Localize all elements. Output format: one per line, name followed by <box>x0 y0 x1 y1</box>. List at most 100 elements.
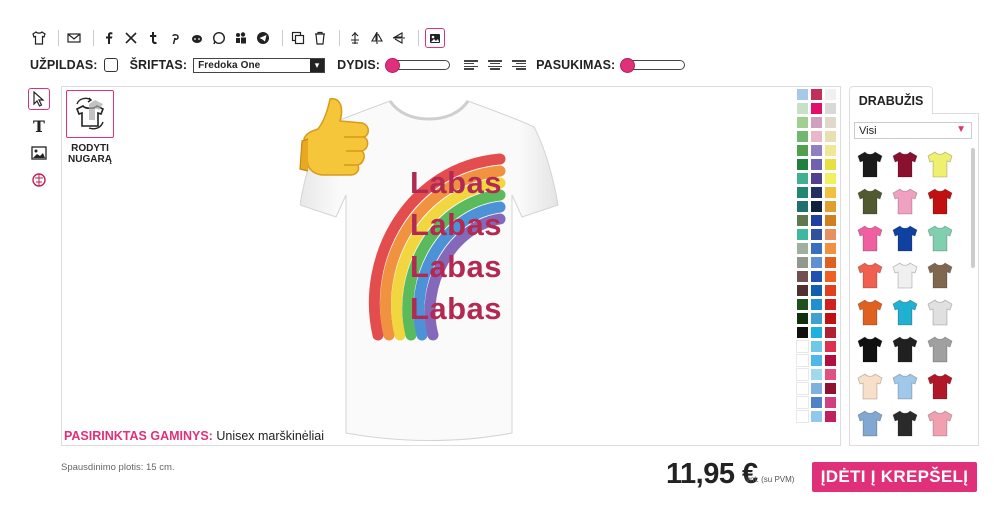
color-swatch[interactable] <box>797 201 808 212</box>
color-swatch[interactable] <box>825 369 836 380</box>
color-swatch[interactable] <box>825 411 836 422</box>
color-swatch[interactable] <box>811 355 822 366</box>
color-swatch[interactable] <box>797 285 808 296</box>
color-swatch[interactable] <box>811 159 822 170</box>
color-swatch[interactable] <box>811 327 822 338</box>
color-swatch[interactable] <box>811 103 822 114</box>
product-thumbnail[interactable] <box>924 185 956 217</box>
color-swatch[interactable] <box>811 271 822 282</box>
color-swatch[interactable] <box>796 396 809 409</box>
size-slider-knob[interactable] <box>385 58 401 73</box>
color-swatch[interactable] <box>811 145 822 156</box>
align-left-icon[interactable] <box>464 58 479 72</box>
color-swatch[interactable] <box>825 243 836 254</box>
color-swatch[interactable] <box>825 117 836 128</box>
product-thumbnail[interactable] <box>889 222 921 254</box>
product-thumbnail[interactable] <box>854 333 886 365</box>
color-swatch[interactable] <box>797 243 808 254</box>
design-canvas[interactable]: RODYTI NUGARĄ Labas Labas Labas Labas PA… <box>61 86 841 446</box>
color-swatch[interactable] <box>811 397 822 408</box>
product-thumbnail[interactable] <box>924 259 956 291</box>
align-center-icon[interactable] <box>346 29 364 47</box>
tab-clothing[interactable]: DRABUŽIS <box>849 86 933 114</box>
color-swatch[interactable] <box>825 103 836 114</box>
product-thumbnail[interactable] <box>889 296 921 328</box>
product-thumbnail[interactable] <box>924 148 956 180</box>
product-thumbnail[interactable] <box>889 148 921 180</box>
color-swatch[interactable] <box>811 383 822 394</box>
color-swatch[interactable] <box>825 201 836 212</box>
color-swatch[interactable] <box>797 229 808 240</box>
pinterest-icon[interactable] <box>166 29 184 47</box>
size-slider[interactable] <box>385 58 451 73</box>
product-thumbnail[interactable] <box>854 370 886 402</box>
color-swatch[interactable] <box>825 257 836 268</box>
color-swatch[interactable] <box>811 313 822 324</box>
product-thumbnail[interactable] <box>889 185 921 217</box>
color-swatch[interactable] <box>825 187 836 198</box>
color-swatch[interactable] <box>796 340 809 353</box>
email-icon[interactable] <box>65 29 83 47</box>
product-thumbnail[interactable] <box>889 370 921 402</box>
color-swatch[interactable] <box>825 229 836 240</box>
text-icon[interactable]: T <box>28 115 50 137</box>
product-thumbnail[interactable] <box>924 296 956 328</box>
product-thumbnail[interactable] <box>889 407 921 439</box>
color-swatch[interactable] <box>811 201 822 212</box>
color-swatch[interactable] <box>825 285 836 296</box>
x-icon[interactable] <box>122 29 140 47</box>
color-swatch[interactable] <box>797 159 808 170</box>
rotation-slider[interactable] <box>620 58 686 73</box>
color-swatch[interactable] <box>797 145 808 156</box>
color-swatch[interactable] <box>797 299 808 310</box>
tshirt-icon[interactable] <box>30 29 48 47</box>
color-swatch[interactable] <box>797 313 808 324</box>
category-select[interactable]: Visi ▼ <box>854 122 972 139</box>
color-swatch[interactable] <box>811 243 822 254</box>
trash-icon[interactable] <box>311 29 329 47</box>
color-swatch[interactable] <box>825 341 836 352</box>
color-swatch[interactable] <box>825 215 836 226</box>
shirt-text-line[interactable]: Labas <box>386 165 526 201</box>
color-swatch[interactable] <box>797 271 808 282</box>
color-swatch[interactable] <box>811 215 822 226</box>
select-icon[interactable] <box>28 88 50 110</box>
product-thumbnail[interactable] <box>854 222 886 254</box>
image-icon[interactable] <box>28 142 50 164</box>
color-swatch[interactable] <box>796 382 809 395</box>
whatsapp-icon[interactable] <box>210 29 228 47</box>
color-swatch[interactable] <box>825 299 836 310</box>
color-swatch[interactable] <box>797 89 808 100</box>
flip-horizontal-icon[interactable] <box>390 29 408 47</box>
product-thumbnail[interactable] <box>854 296 886 328</box>
color-swatch[interactable] <box>825 159 836 170</box>
align-center-text-icon[interactable] <box>488 58 503 72</box>
shirt-text-line[interactable]: Labas <box>386 291 526 327</box>
telegram-icon[interactable] <box>254 29 272 47</box>
color-swatch[interactable] <box>825 327 836 338</box>
product-thumbnail[interactable] <box>854 185 886 217</box>
shirt-text-line[interactable]: Labas <box>386 249 526 285</box>
flip-vertical-icon[interactable] <box>368 29 386 47</box>
rotation-slider-knob[interactable] <box>620 58 636 73</box>
color-swatch[interactable] <box>825 89 836 100</box>
color-swatch[interactable] <box>825 131 836 142</box>
clipart-icon[interactable] <box>28 169 50 191</box>
align-right-icon[interactable] <box>512 58 527 72</box>
color-swatch[interactable] <box>797 215 808 226</box>
color-swatch[interactable] <box>796 368 809 381</box>
color-swatch[interactable] <box>811 187 822 198</box>
color-swatch[interactable] <box>825 173 836 184</box>
product-thumbnail[interactable] <box>889 333 921 365</box>
show-back-button[interactable] <box>66 90 114 138</box>
product-thumbnail[interactable] <box>924 333 956 365</box>
duplicate-icon[interactable] <box>289 29 307 47</box>
color-swatch[interactable] <box>811 229 822 240</box>
scrollbar[interactable] <box>971 148 975 268</box>
facebook-icon[interactable] <box>100 29 118 47</box>
color-swatch[interactable] <box>796 410 809 423</box>
myspace-icon[interactable] <box>232 29 250 47</box>
shirt-text-line[interactable]: Labas <box>386 207 526 243</box>
product-thumbnail[interactable] <box>924 370 956 402</box>
color-swatch[interactable] <box>797 257 808 268</box>
